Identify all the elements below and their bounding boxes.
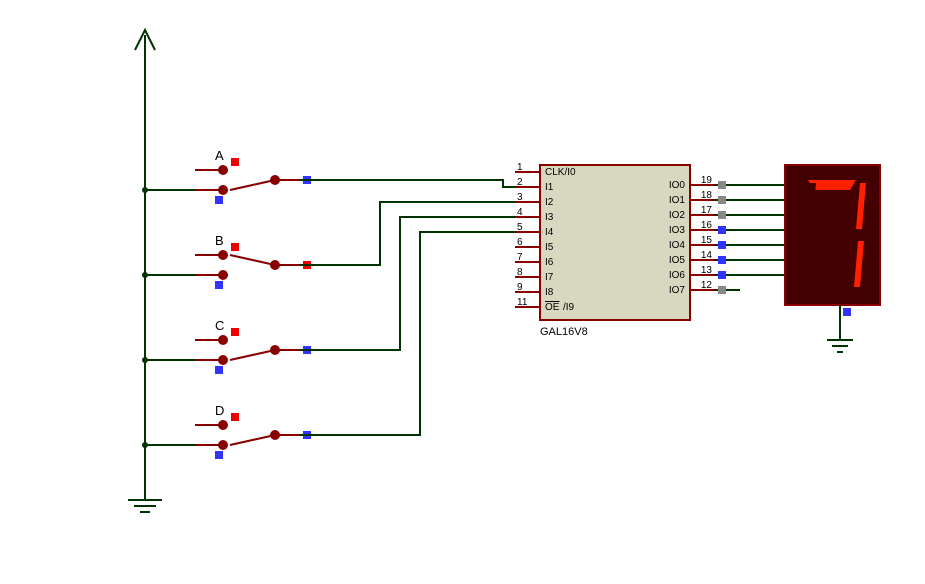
pin-num: 4 (517, 207, 523, 218)
pin-num: 7 (517, 252, 523, 263)
pin-name: IO2 (669, 210, 686, 221)
pin-name: I7 (545, 272, 554, 283)
pin-name: I1 (545, 182, 554, 193)
pin-name: I5 (545, 242, 554, 253)
pin-num: 16 (701, 220, 713, 231)
pin-num: 19 (701, 175, 713, 186)
pin-name: I2 (545, 197, 554, 208)
pin-num: 6 (517, 237, 523, 248)
switch-label: B (215, 233, 224, 248)
chip-gal16v8: GAL16V8 1 CLK/I0 2 I1 3 I2 4 I3 5 I4 6 I5 7 I6 8 I7 9 I8 1… (515, 162, 715, 338)
pin-name: OE (545, 302, 560, 313)
pin-num: 13 (701, 265, 713, 276)
seven-segment-display (785, 165, 880, 352)
pin-num: 5 (517, 222, 523, 233)
pin-num: 9 (517, 282, 523, 293)
pin-num: 8 (517, 267, 523, 278)
pin-name: /I9 (563, 302, 575, 313)
pin-num: 15 (701, 235, 713, 246)
vcc-rail (128, 30, 162, 512)
pin-num: 1 (517, 162, 523, 173)
pin-name: IO7 (669, 285, 686, 296)
pin-name: IO0 (669, 180, 686, 191)
switch-B[interactable]: B (145, 233, 311, 289)
chip-ref: GAL16V8 (540, 326, 588, 338)
switches-group: A B (145, 148, 311, 459)
pin-name: I6 (545, 257, 554, 268)
pin-name: IO6 (669, 270, 686, 281)
pin-name: IO4 (669, 240, 686, 251)
pin-num: 18 (701, 190, 713, 201)
pin-name: IO1 (669, 195, 686, 206)
pin-num: 3 (517, 192, 523, 203)
pin-num: 12 (701, 280, 713, 291)
pin-num: 11 (517, 297, 528, 308)
switch-label: D (215, 403, 224, 418)
pin-num: 2 (517, 177, 523, 188)
pin-name: I3 (545, 212, 554, 223)
pin-name: CLK/I0 (545, 167, 576, 178)
pin-num: 14 (701, 250, 713, 261)
pin-name: IO5 (669, 255, 686, 266)
switch-label: C (215, 318, 224, 333)
switch-D[interactable]: D (145, 403, 311, 459)
switch-A[interactable]: A (145, 148, 311, 204)
switch-label: A (215, 148, 224, 163)
pin-name: IO3 (669, 225, 686, 236)
pin-name: I4 (545, 227, 554, 238)
pin-num: 17 (701, 205, 713, 216)
pin-name: I8 (545, 287, 554, 298)
switch-C[interactable]: C (145, 318, 311, 374)
output-nets (715, 181, 785, 294)
schematic-canvas: A B (0, 0, 925, 584)
input-nets (300, 180, 515, 435)
